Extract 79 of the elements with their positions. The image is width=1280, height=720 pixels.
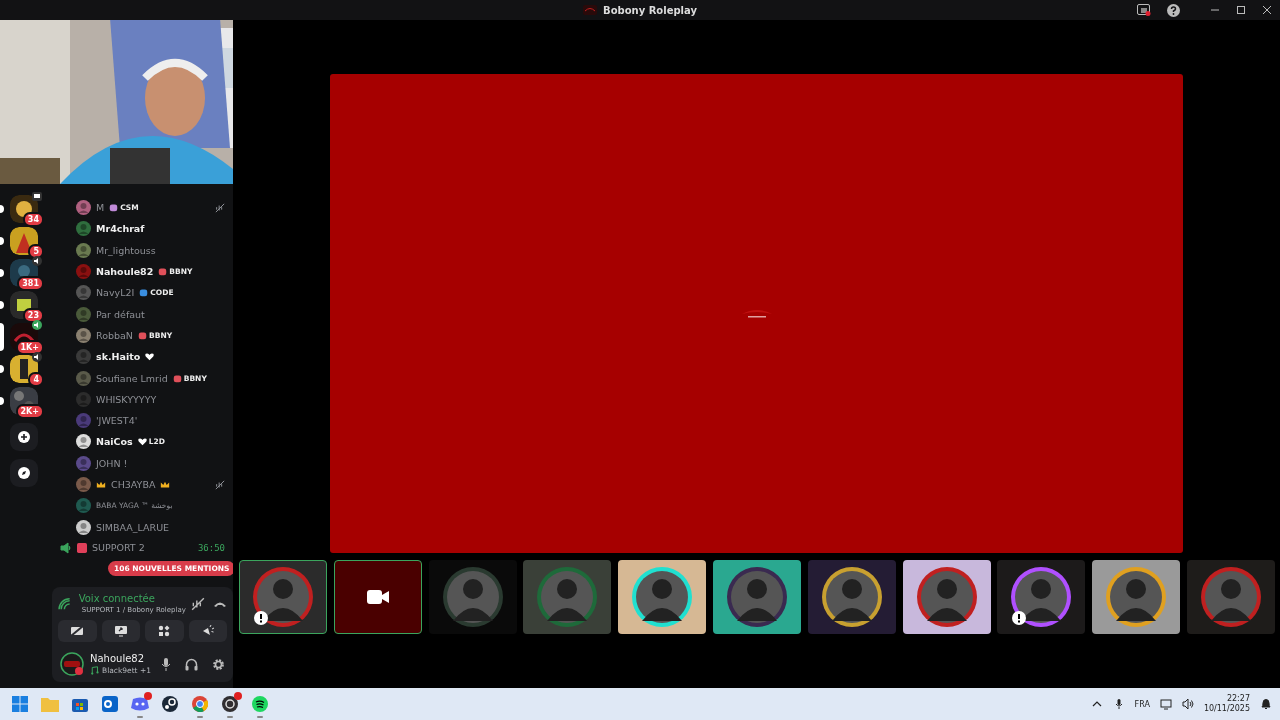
camera-off-icon <box>70 625 85 637</box>
signal-icon <box>58 596 71 611</box>
member-name[interactable]: RobbaN <box>96 329 133 341</box>
participant-tile[interactable] <box>333 560 422 634</box>
server-logo-icon <box>583 5 597 15</box>
clock-time[interactable]: 22:27 <box>1226 694 1250 704</box>
language-indicator[interactable]: FRA <box>1134 699 1150 709</box>
participant-tile[interactable] <box>523 560 612 634</box>
music-note-icon <box>90 666 99 675</box>
help-icon <box>1167 3 1180 17</box>
camera-off-button[interactable] <box>58 620 97 642</box>
shapes-icon <box>158 625 171 637</box>
member-name[interactable]: CH3AYBA <box>111 479 156 490</box>
voice-status: Voix connectée <box>78 593 156 604</box>
participant-tile[interactable] <box>997 560 1086 634</box>
participant-tile[interactable] <box>902 560 991 634</box>
soundboard-button[interactable] <box>188 620 227 642</box>
network-icon <box>1159 698 1172 710</box>
mention-count: 4 <box>28 372 44 387</box>
channel-icon <box>77 542 87 553</box>
participant-tile[interactable] <box>807 560 896 634</box>
compass-icon <box>18 467 30 479</box>
party-icon <box>201 625 214 637</box>
server-icon[interactable] <box>10 227 38 255</box>
participant-tile[interactable] <box>239 560 327 634</box>
settings-button[interactable] <box>212 657 225 671</box>
volume-icon <box>1181 698 1194 710</box>
mention-count: 34 <box>22 212 44 227</box>
headphones-icon <box>185 657 198 671</box>
close-icon <box>1262 5 1272 15</box>
member-name[interactable]: WHISKYYYYY <box>96 393 157 405</box>
participant-tile[interactable] <box>428 560 517 634</box>
maximize-button[interactable] <box>1236 5 1246 15</box>
call-timer: 36:50 <box>197 542 225 553</box>
screen-icon <box>1137 4 1151 16</box>
member-name[interactable]: Nahoule82 <box>96 266 154 278</box>
close-button[interactable] <box>1262 5 1272 15</box>
maximize-icon <box>1236 5 1246 15</box>
screen-share-button[interactable] <box>101 620 140 642</box>
participant-tile[interactable] <box>713 560 801 634</box>
server-icon[interactable] <box>10 355 38 383</box>
screen-share-button[interactable] <box>1137 4 1151 16</box>
mention-count: 381 <box>17 276 44 291</box>
participant-tile[interactable] <box>618 560 707 634</box>
member-name[interactable]: Mr_lightouss <box>96 244 156 256</box>
notification-bell-icon <box>1260 698 1272 710</box>
explore-button[interactable] <box>10 459 38 487</box>
screen-share-icon <box>113 625 128 637</box>
headphones-button[interactable] <box>185 657 198 671</box>
help-button[interactable] <box>1167 3 1180 17</box>
add-server-button[interactable] <box>10 423 38 451</box>
windows-icon <box>12 696 28 712</box>
member-name[interactable]: NavyL2I <box>96 287 135 299</box>
clock-date[interactable]: 10/11/2025 <box>1203 704 1250 714</box>
member-name[interactable]: NaiCos <box>96 436 133 448</box>
microphone-button[interactable] <box>161 657 171 671</box>
settings-icon <box>212 657 225 671</box>
mention-count: 2K+ <box>15 404 44 419</box>
member-name[interactable]: SIMBAA_LARUE <box>96 521 170 533</box>
member-name[interactable]: Soufiane Lmrid <box>96 372 168 384</box>
member-name[interactable]: JOHN ! <box>96 457 128 469</box>
voice-channel-name[interactable]: SUPPORT 2 <box>92 542 145 554</box>
user-avatar[interactable] <box>60 652 84 676</box>
speaker-icon <box>60 541 72 554</box>
activities-button[interactable] <box>145 620 184 642</box>
member-name[interactable]: sk.Haito <box>96 351 141 363</box>
server-icon[interactable] <box>10 291 38 319</box>
participant-tile[interactable] <box>1092 560 1181 634</box>
member-name[interactable]: M <box>96 202 105 214</box>
noise-off-icon <box>191 596 205 611</box>
noise-suppression-button[interactable] <box>191 596 205 611</box>
plus-icon <box>18 431 30 443</box>
username: Nahoule82 <box>90 653 146 664</box>
member-name[interactable]: Par défaut <box>96 308 145 320</box>
member-name[interactable]: Mr4chraf <box>96 223 145 235</box>
participant-tile[interactable] <box>1186 560 1275 634</box>
microphone-icon <box>161 657 171 671</box>
window-title: Bobony Roleplay <box>603 4 697 16</box>
member-name[interactable]: 'JWEST4' <box>96 415 138 427</box>
